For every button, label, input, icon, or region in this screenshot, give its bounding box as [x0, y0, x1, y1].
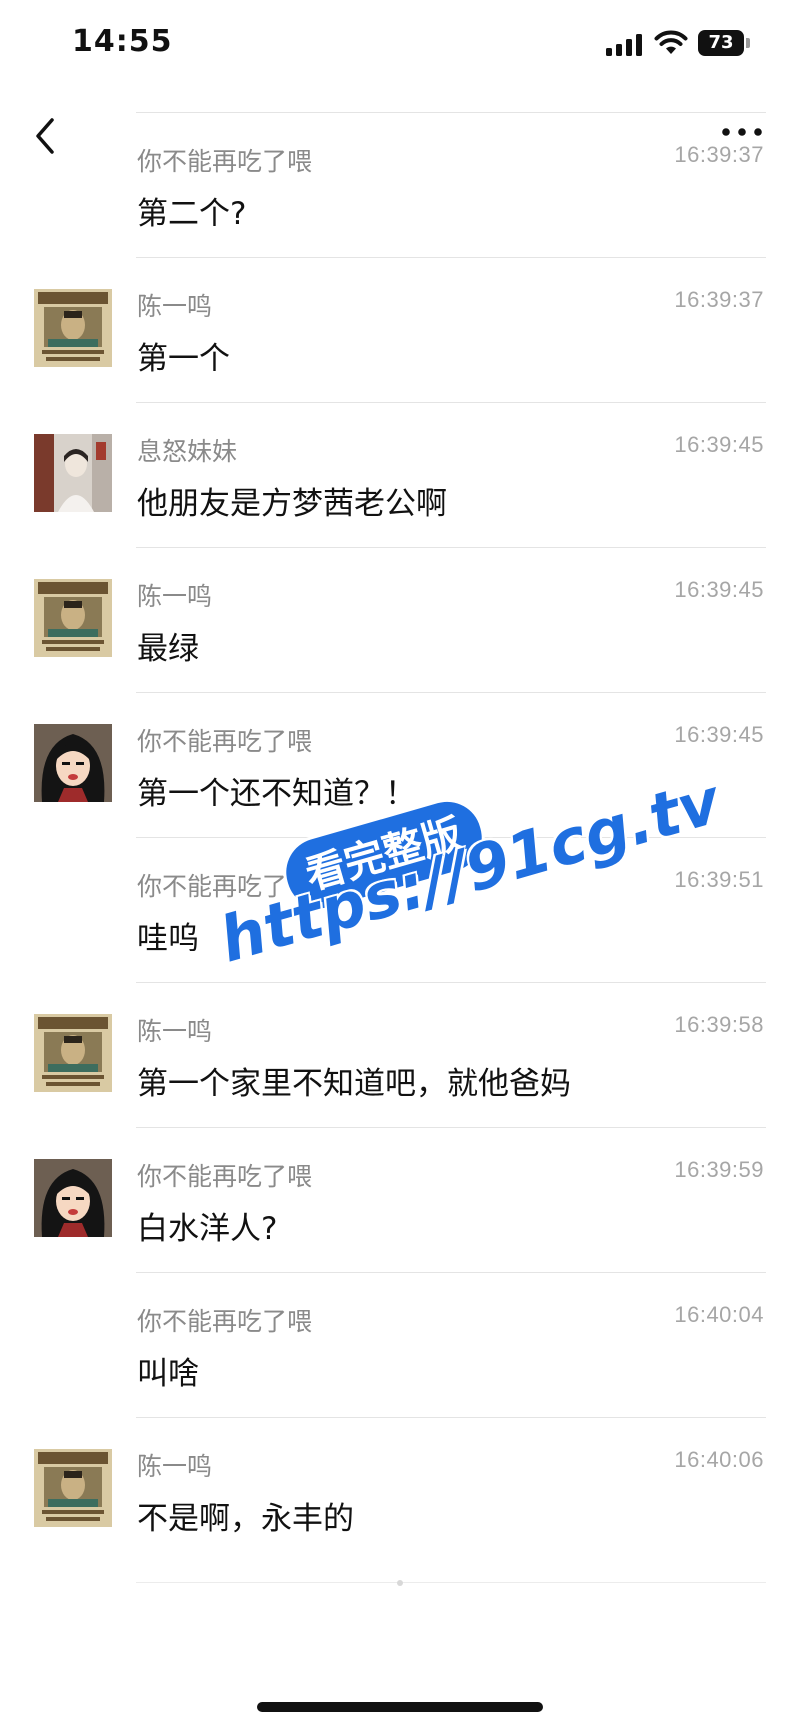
- message-text: 第一个: [137, 341, 230, 377]
- message-text: 哇呜: [137, 921, 199, 957]
- avatar[interactable]: [34, 434, 112, 512]
- status-bar: 14:55 73: [0, 0, 800, 90]
- message-item[interactable]: 你不能再吃了喂 16:39:37 第二个?: [0, 112, 800, 257]
- sender-name: 你不能再吃了喂: [137, 1162, 313, 1191]
- message-time: 16:39:45: [674, 722, 764, 747]
- photo-girl-avatar-icon: [34, 434, 112, 512]
- message-time: 16:40:04: [674, 1302, 764, 1327]
- divider: [136, 547, 766, 548]
- message-item[interactable]: 你不能再吃了喂 16:40:04 叫啥: [0, 1272, 800, 1417]
- message-text: 叫啥: [137, 1356, 199, 1392]
- battery-tip: [746, 38, 750, 48]
- sender-name: 你不能再吃了喂: [137, 872, 313, 901]
- list-end-indicator: [397, 1580, 403, 1586]
- message-time: 16:39:37: [674, 142, 764, 167]
- wanted-poster-avatar-icon: [34, 289, 112, 367]
- wanted-poster-avatar-icon: [34, 1449, 112, 1527]
- wanted-poster-avatar-icon: [34, 1014, 112, 1092]
- message-item[interactable]: 息怒妹妹 16:39:45 他朋友是方梦茜老公啊: [0, 402, 800, 547]
- message-time: 16:39:51: [674, 867, 764, 892]
- message-text: 他朋友是方梦茜老公啊: [137, 486, 447, 522]
- avatar[interactable]: [34, 1014, 112, 1092]
- sender-name: 陈一鸣: [137, 582, 213, 611]
- wifi-icon: [654, 30, 688, 54]
- message-text: 第一个还不知道？！: [137, 776, 416, 812]
- avatar[interactable]: [34, 579, 112, 657]
- message-text: 最绿: [137, 631, 199, 667]
- message-item[interactable]: 陈一鸣 16:39:37 第一个: [0, 257, 800, 402]
- message-text: 第一个家里不知道吧，就他爸妈: [137, 1066, 571, 1102]
- cartoon-face-avatar-icon: [34, 724, 112, 802]
- message-item[interactable]: 陈一鸣 16:40:06 不是啊，永丰的: [0, 1417, 800, 1562]
- divider: [136, 1272, 766, 1273]
- message-time: 16:40:06: [674, 1447, 764, 1472]
- sender-name: 你不能再吃了喂: [137, 727, 313, 756]
- message-text: 白水洋人?: [137, 1211, 278, 1247]
- sender-name: 你不能再吃了喂: [137, 147, 313, 176]
- status-time: 14:55: [72, 24, 173, 59]
- sender-name: 陈一鸣: [137, 292, 213, 321]
- message-text: 不是啊，永丰的: [137, 1501, 354, 1537]
- divider: [136, 112, 766, 113]
- message-item[interactable]: 陈一鸣 16:39:45 最绿: [0, 547, 800, 692]
- cellular-signal-icon: [606, 34, 642, 56]
- message-item[interactable]: 你不能再吃了喂 16:39:59 白水洋人?: [0, 1127, 800, 1272]
- message-item[interactable]: 你不能再吃了喂 16:39:51 哇呜: [0, 837, 800, 982]
- avatar[interactable]: [34, 724, 112, 802]
- divider: [136, 1127, 766, 1128]
- avatar[interactable]: [34, 1449, 112, 1527]
- avatar[interactable]: [34, 289, 112, 367]
- divider: [136, 402, 766, 403]
- avatar[interactable]: [34, 1159, 112, 1237]
- divider: [136, 1417, 766, 1418]
- message-item[interactable]: 你不能再吃了喂 16:39:45 第一个还不知道？！: [0, 692, 800, 837]
- message-time: 16:39:58: [674, 1012, 764, 1037]
- message-list: 你不能再吃了喂 16:39:37 第二个? 陈一鸣 16:39:37 第一个 息…: [0, 112, 800, 1562]
- battery-level: 73: [698, 30, 744, 56]
- message-time: 16:39:37: [674, 287, 764, 312]
- cartoon-face-avatar-icon: [34, 1159, 112, 1237]
- message-text: 第二个?: [137, 196, 247, 232]
- message-time: 16:39:45: [674, 577, 764, 602]
- home-indicator[interactable]: [257, 1702, 543, 1712]
- wanted-poster-avatar-icon: [34, 579, 112, 657]
- divider: [136, 982, 766, 983]
- sender-name: 陈一鸣: [137, 1017, 213, 1046]
- message-item[interactable]: 陈一鸣 16:39:58 第一个家里不知道吧，就他爸妈: [0, 982, 800, 1127]
- message-time: 16:39:45: [674, 432, 764, 457]
- list-end-divider: [136, 1582, 766, 1583]
- sender-name: 你不能再吃了喂: [137, 1307, 313, 1336]
- divider: [136, 257, 766, 258]
- divider: [136, 692, 766, 693]
- battery-icon: 73: [698, 30, 750, 56]
- sender-name: 陈一鸣: [137, 1452, 213, 1481]
- message-time: 16:39:59: [674, 1157, 764, 1182]
- sender-name: 息怒妹妹: [137, 437, 238, 466]
- divider: [136, 837, 766, 838]
